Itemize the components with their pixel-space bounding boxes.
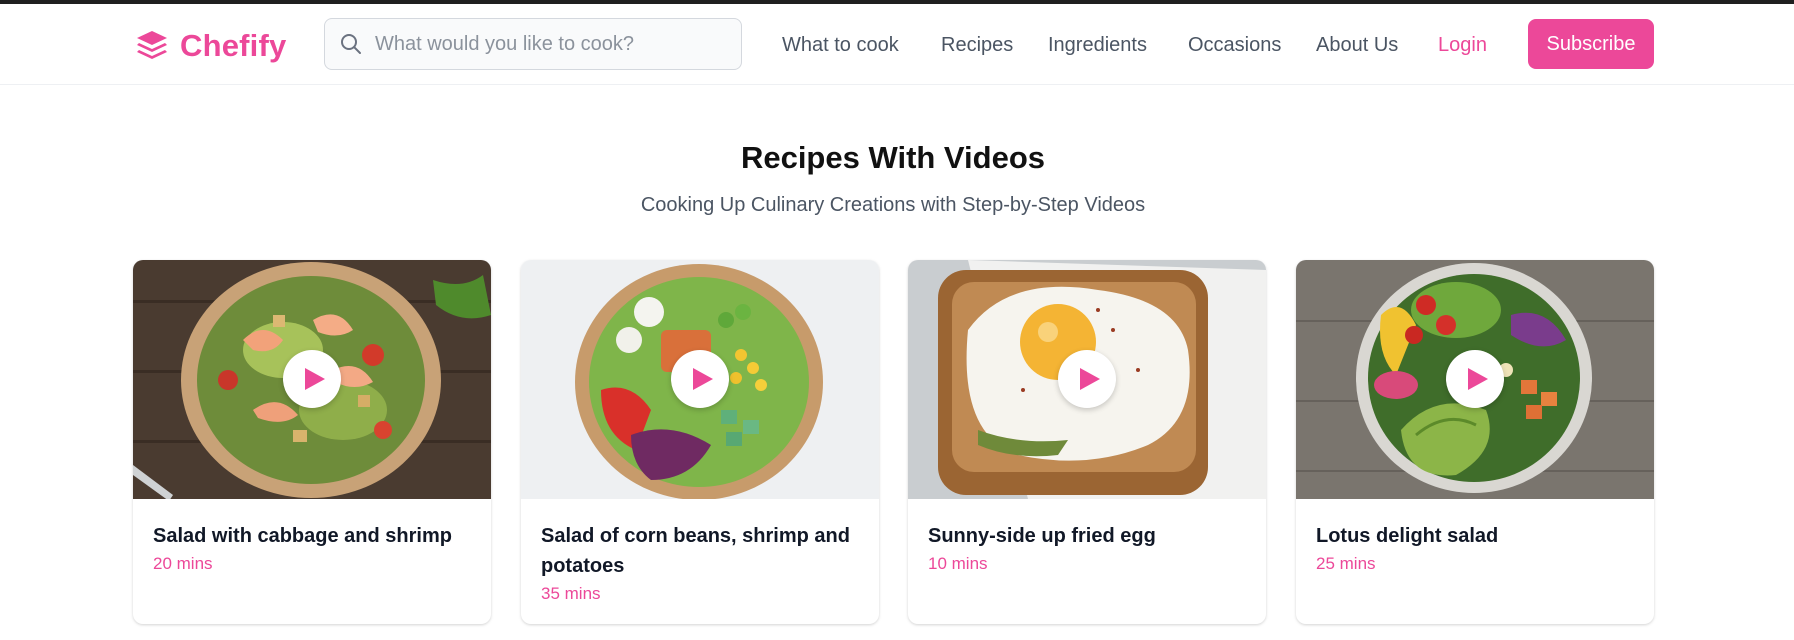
play-icon bbox=[305, 368, 325, 390]
recipe-image[interactable] bbox=[1296, 260, 1654, 499]
recipe-time: 20 mins bbox=[153, 554, 213, 573]
subscribe-button[interactable]: Subscribe bbox=[1528, 19, 1654, 69]
nav-about-us[interactable]: About Us bbox=[1316, 34, 1398, 57]
recipe-card[interactable]: Sunny-side up fried egg 10 mins bbox=[908, 260, 1266, 624]
play-video-button[interactable] bbox=[1446, 350, 1504, 408]
nav-recipes[interactable]: Recipes bbox=[941, 34, 1013, 57]
play-video-button[interactable] bbox=[283, 350, 341, 408]
play-icon bbox=[693, 368, 713, 390]
recipe-card-grid: Salad with cabbage and shrimp 20 mins Sa… bbox=[133, 260, 1655, 625]
recipe-time: 25 mins bbox=[1316, 554, 1376, 573]
login-link[interactable]: Login bbox=[1438, 34, 1487, 57]
nav-ingredients[interactable]: Ingredients bbox=[1048, 34, 1147, 57]
recipe-title: Sunny-side up fried egg bbox=[928, 525, 1156, 547]
section-subtitle: Cooking Up Culinary Creations with Step-… bbox=[640, 194, 1146, 216]
section-title: Recipes With Videos bbox=[740, 140, 1046, 175]
recipe-title: Salad of corn beans, shrimp and potatoes bbox=[541, 525, 850, 577]
recipe-card[interactable]: Salad of corn beans, shrimp and potatoes… bbox=[521, 260, 879, 624]
recipe-time: 35 mins bbox=[541, 584, 601, 603]
recipe-image[interactable] bbox=[133, 260, 491, 499]
navbar: Chefify What to cook Recipes Ingredients… bbox=[0, 4, 1794, 85]
nav-occasions[interactable]: Occasions bbox=[1188, 34, 1281, 57]
play-video-button[interactable] bbox=[1058, 350, 1116, 408]
recipe-card-body: Salad with cabbage and shrimp 20 mins bbox=[133, 499, 491, 577]
recipe-card-body: Lotus delight salad 25 mins bbox=[1296, 499, 1654, 577]
nav-what-to-cook[interactable]: What to cook bbox=[782, 34, 899, 57]
recipe-time: 10 mins bbox=[928, 554, 988, 573]
recipe-image[interactable] bbox=[521, 260, 879, 499]
recipe-title: Lotus delight salad bbox=[1316, 525, 1499, 547]
recipe-card[interactable]: Salad with cabbage and shrimp 20 mins bbox=[133, 260, 491, 624]
main-nav: What to cook Recipes Ingredients Occasio… bbox=[0, 34, 1794, 64]
recipe-card-body: Salad of corn beans, shrimp and potatoes… bbox=[521, 499, 879, 607]
play-video-button[interactable] bbox=[671, 350, 729, 408]
recipe-title: Salad with cabbage and shrimp bbox=[153, 525, 452, 547]
recipe-image[interactable] bbox=[908, 260, 1266, 499]
play-icon bbox=[1468, 368, 1488, 390]
play-icon bbox=[1080, 368, 1100, 390]
recipe-card-body: Sunny-side up fried egg 10 mins bbox=[908, 499, 1266, 577]
recipe-card[interactable]: Lotus delight salad 25 mins bbox=[1296, 260, 1654, 624]
